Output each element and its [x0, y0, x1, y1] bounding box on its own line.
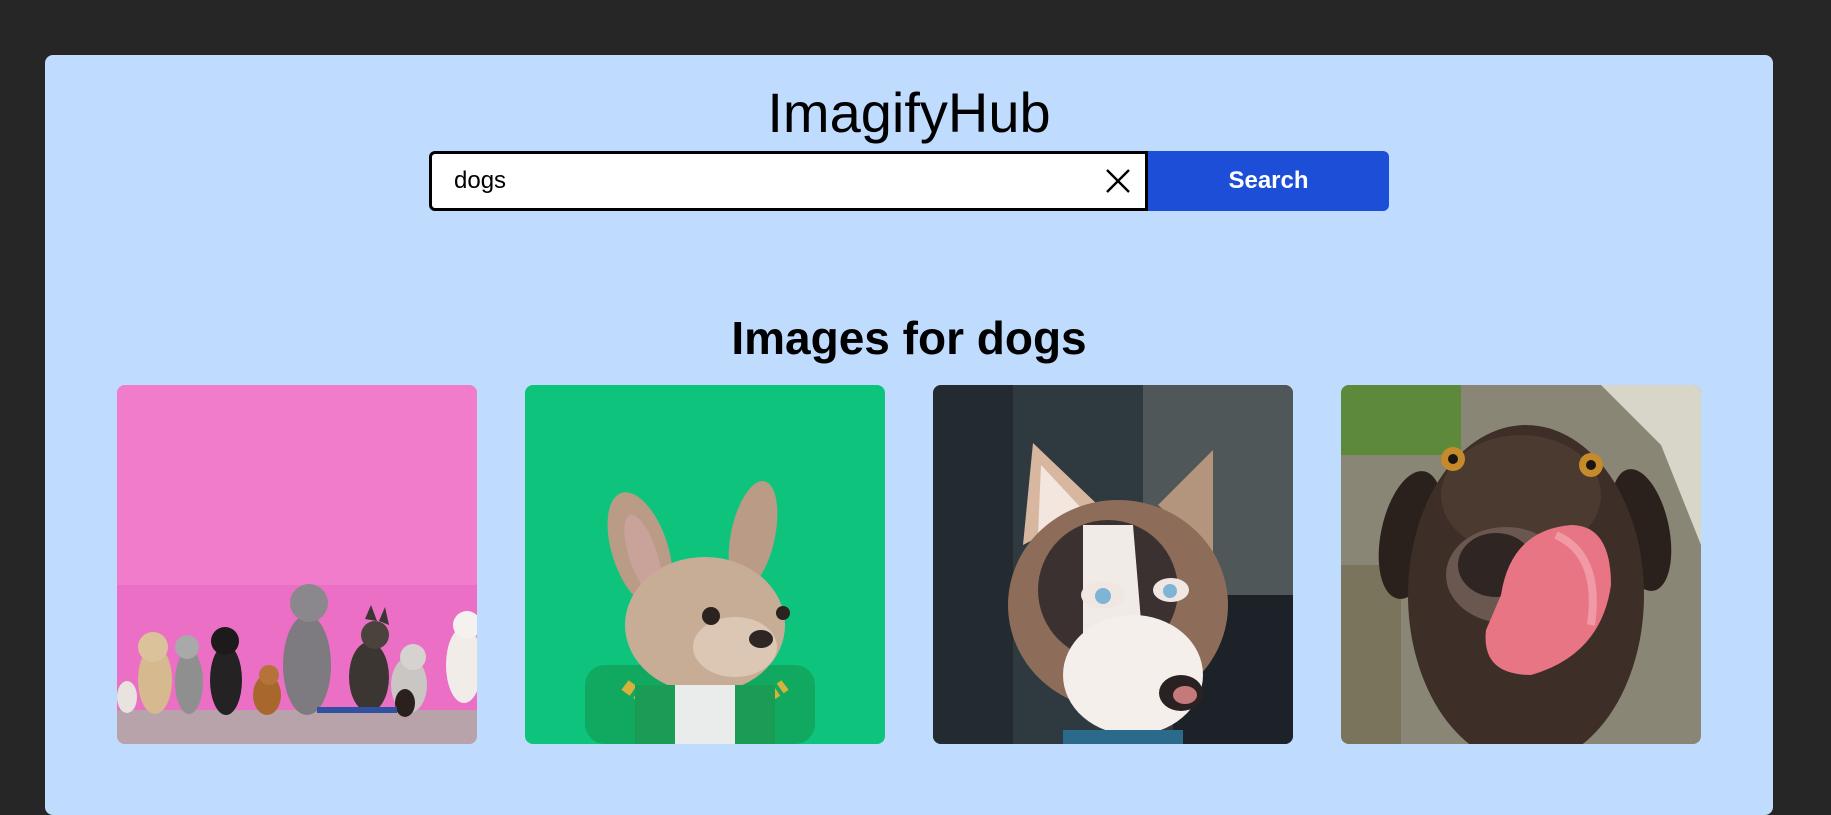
results-heading: Images for dogs	[731, 312, 1087, 364]
result-image-french-bulldog[interactable]	[525, 385, 885, 744]
main-card: ImagifyHub Search Images for dogs	[45, 55, 1773, 815]
search-form: Search	[429, 151, 1389, 211]
result-image-labrador[interactable]	[1341, 385, 1701, 744]
result-image-husky[interactable]	[933, 385, 1293, 744]
app-title: ImagifyHub	[767, 81, 1051, 144]
search-input[interactable]	[454, 154, 1054, 208]
close-icon[interactable]	[1105, 168, 1131, 194]
search-box	[429, 151, 1148, 211]
result-image-group-of-dogs[interactable]	[117, 385, 477, 744]
search-button[interactable]: Search	[1148, 151, 1389, 211]
